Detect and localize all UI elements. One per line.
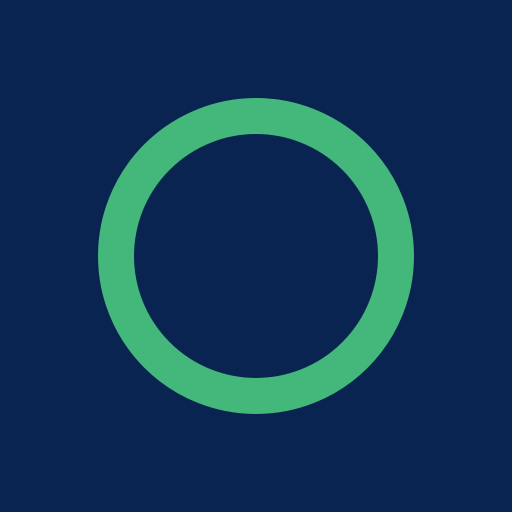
app-canvas	[0, 0, 512, 512]
ring-shape	[98, 98, 414, 414]
ring-icon	[0, 0, 512, 512]
ring-graphic	[98, 98, 414, 414]
